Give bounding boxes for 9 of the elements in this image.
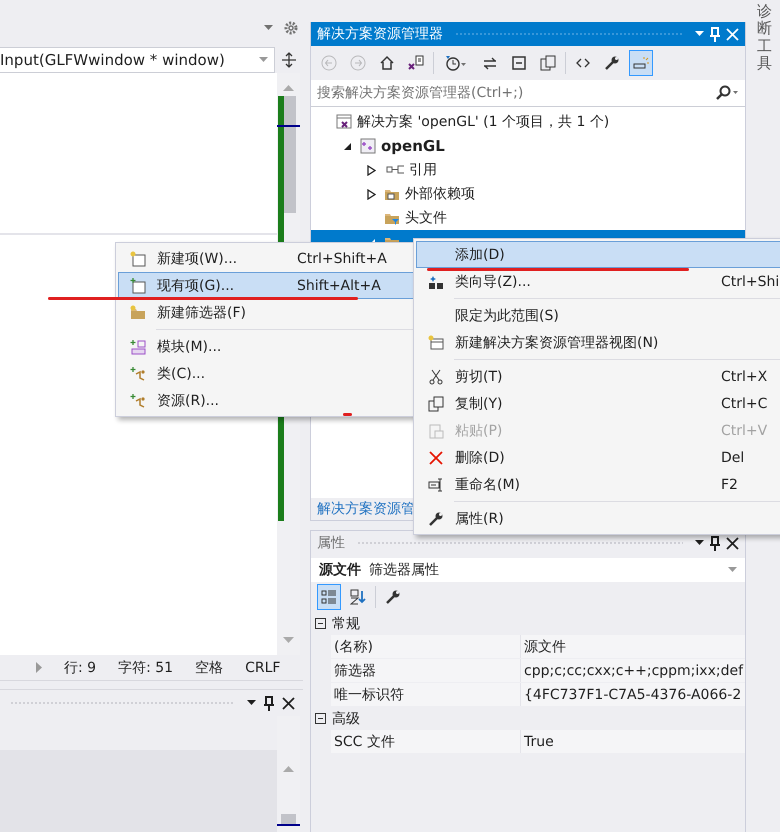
column-number: 字符: 51 <box>118 658 174 676</box>
panel-title-bar: 解决方案资源管理器 <box>311 22 745 46</box>
line-number: 行: 9 <box>64 658 96 676</box>
category-heading: 高级 <box>332 710 360 728</box>
property-name: SCC 文件 <box>331 730 521 753</box>
property-name: 唯一标识符 <box>331 683 521 706</box>
property-name: 筛选器 <box>331 659 521 682</box>
property-name: (名称) <box>331 635 521 658</box>
category-heading: 常规 <box>332 614 360 632</box>
